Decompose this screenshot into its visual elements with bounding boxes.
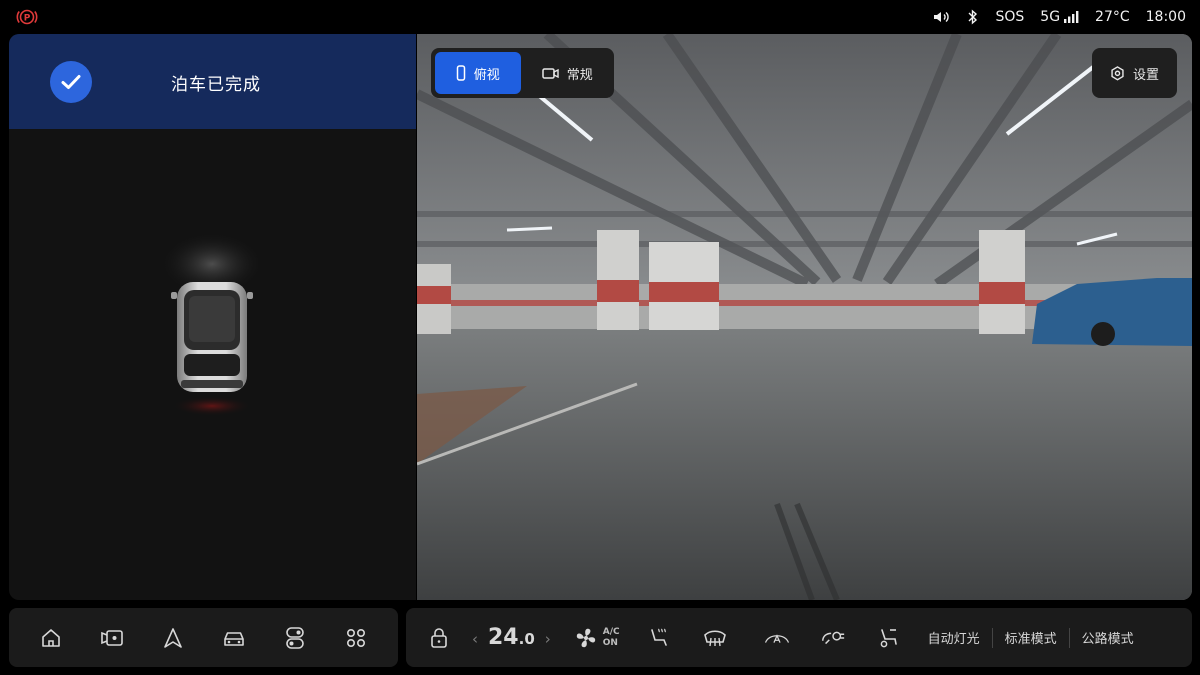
climate-dock: ‹ 24.0 › A/C ON 自动灯光 标准模式 公路模式 [406,608,1192,667]
dashcam-icon[interactable] [99,625,125,651]
standard-mode-button[interactable]: 标准模式 [1005,628,1057,647]
lock-icon[interactable] [426,625,452,651]
divider [991,627,993,648]
tab-normal-view-label: 常规 [566,67,593,83]
temp-decrease-chevron-icon[interactable]: ‹ [472,630,478,648]
camera-view: 俯视 常规 设置 [417,34,1192,600]
car-icon[interactable] [221,625,247,651]
road-mode-button[interactable]: 公路模式 [1082,628,1134,647]
banner-text: 泊车已完成 [171,75,261,95]
view-mode-toggle: 俯视 常规 [431,48,614,98]
tab-top-view[interactable]: 俯视 [435,52,521,94]
divider [1068,627,1070,648]
parking-status-panel: 泊车已完成 [9,34,416,600]
sos-label[interactable]: SOS [995,9,1024,25]
ac-status[interactable]: A/C ON [603,627,620,649]
seat-adjust-icon[interactable] [876,625,902,651]
parking-complete-banner: 泊车已完成 [9,34,416,129]
settings-button[interactable]: 设置 [1092,48,1177,98]
temp-value: 24 [488,625,519,650]
gear-icon [1111,65,1124,81]
status-bar: P SOS 5G 27°C 18:00 [0,0,1200,34]
climate-temperature: ‹ 24.0 › [472,625,551,650]
check-icon [50,61,92,103]
temp-decimal: .0 [518,630,535,648]
tab-normal-view[interactable]: 常规 [525,52,611,94]
auto-wiper-icon[interactable] [764,625,790,651]
clock: 18:00 [1145,9,1186,25]
fuel-lid-icon[interactable] [820,625,846,651]
camera-icon [541,67,559,79]
temp-increase-chevron-icon[interactable]: › [545,630,551,648]
parking-brake-icon: P [16,8,38,26]
vehicle-top-view [157,232,267,424]
phone-icon [456,65,465,81]
ac-on-label: ON [602,637,618,648]
parking-garage-image [417,34,1192,600]
toggle-icon[interactable] [282,625,308,651]
fan-icon[interactable] [573,625,599,651]
home-icon[interactable] [38,625,64,651]
network-label: 5G [1040,9,1061,25]
outside-temperature: 27°C [1095,9,1130,25]
app-dock [9,608,398,667]
seat-heat-icon[interactable] [646,625,672,651]
signal-icon [1064,11,1079,23]
apps-grid-icon[interactable] [343,625,369,651]
settings-label: 设置 [1132,67,1159,83]
navigation-icon[interactable] [160,625,186,651]
volume-icon[interactable] [933,10,951,24]
tab-top-view-label: 俯视 [473,67,500,83]
network-indicator: 5G [1040,9,1079,25]
bluetooth-icon[interactable] [967,9,979,25]
svg-text:P: P [24,13,31,23]
auto-lights-button[interactable]: 自动灯光 [928,628,980,647]
ac-label: A/C [602,626,620,637]
front-defrost-icon[interactable] [702,625,728,651]
